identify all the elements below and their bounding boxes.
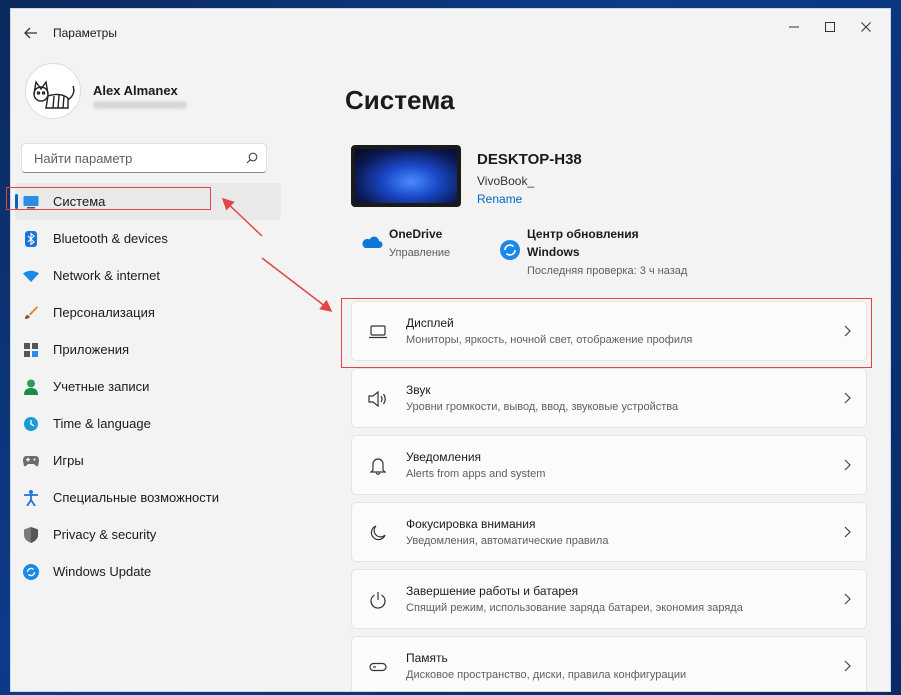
annotation-arrow-to-system [221,197,263,237]
annotation-arrow-to-display [261,257,333,312]
annotation-arrows [221,197,333,312]
